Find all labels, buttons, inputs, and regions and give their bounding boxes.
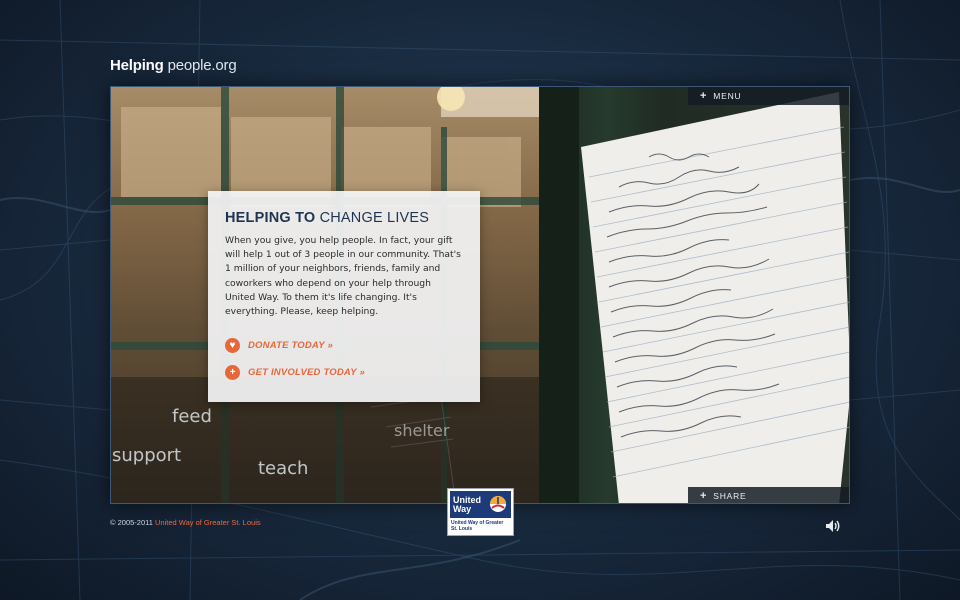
- donate-today-link[interactable]: ♥ DONATE TODAY »: [225, 338, 463, 354]
- logo-bold-text: Helping: [110, 57, 164, 74]
- united-way-logo-subtitle: United Way of Greater St. Louis: [451, 520, 504, 532]
- site-logo[interactable]: Helping people.org: [110, 57, 237, 74]
- speaker-icon[interactable]: [825, 519, 841, 533]
- share-label: SHARE: [713, 491, 747, 501]
- copyright-text: © 2005-2011: [110, 518, 153, 527]
- logo-light-text: people.org: [167, 57, 237, 74]
- united-way-logo-mark: United Way: [450, 491, 511, 518]
- get-involved-label: GET INVOLVED TODAY »: [248, 367, 365, 379]
- overlay-word-feed: feed: [172, 406, 212, 427]
- card-body-text: When you give, you help people. In fact,…: [225, 235, 461, 318]
- card-heading: HELPING TO CHANGE LIVES: [225, 210, 463, 226]
- pantry-list-photo: [539, 87, 849, 503]
- footer-copyright: © 2005-2011 United Way of Greater St. Lo…: [110, 518, 261, 527]
- message-card: HELPING TO CHANGE LIVES When you give, y…: [208, 191, 480, 402]
- hero-stage: + MENU + SHARE feed support teach shelte…: [110, 86, 850, 504]
- sun-hand-icon: [490, 496, 506, 512]
- plus-icon: +: [700, 89, 708, 102]
- united-way-logo-title: United Way: [453, 494, 481, 514]
- overlay-word-shelter: shelter: [394, 421, 450, 440]
- heart-icon: ♥: [225, 338, 240, 354]
- get-involved-link[interactable]: + GET INVOLVED TODAY »: [225, 365, 463, 381]
- united-way-logo[interactable]: United Way United Way of Greater St. Lou…: [447, 488, 514, 536]
- menu-button[interactable]: + MENU: [688, 87, 849, 105]
- card-heading-light: CHANGE LIVES: [319, 210, 430, 226]
- share-button[interactable]: + SHARE: [688, 487, 849, 503]
- org-link[interactable]: United Way of Greater St. Louis: [155, 518, 261, 527]
- card-heading-bold: HELPING TO: [225, 210, 316, 226]
- plus-circle-icon: +: [225, 365, 240, 381]
- plus-icon: +: [700, 489, 708, 502]
- overlay-word-teach: teach: [258, 458, 309, 479]
- donate-today-label: DONATE TODAY »: [248, 340, 333, 352]
- overlay-word-support: support: [112, 445, 182, 466]
- menu-label: MENU: [713, 91, 742, 101]
